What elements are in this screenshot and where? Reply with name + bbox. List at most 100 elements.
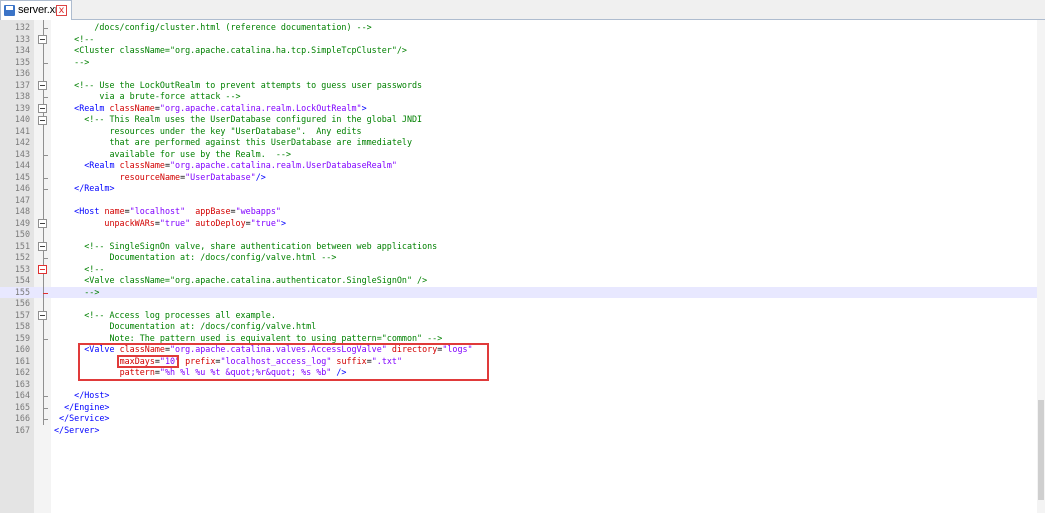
fold-toggle-icon[interactable] (38, 265, 47, 274)
code-line[interactable]: 132 /docs/config/cluster.html (reference… (0, 22, 1045, 34)
close-icon[interactable]: x (56, 5, 67, 16)
highlight-box-maxdays (116, 354, 180, 368)
code-text: </Realm> (74, 183, 115, 193)
line-number: 136 (14, 68, 30, 78)
line-number: 164 (14, 390, 30, 400)
line-number: 157 (14, 309, 30, 320)
line-number: 167 (14, 424, 30, 435)
line-number: 147 (14, 194, 30, 205)
fold-end-icon (43, 189, 48, 190)
fold-toggle-icon[interactable] (38, 104, 47, 113)
code-line[interactable]: 133 <!-- (0, 34, 1045, 46)
code-line[interactable]: 139 <Realm className="org.apache.catalin… (0, 103, 1045, 115)
code-text: available for use by the Realm. --> (54, 148, 291, 159)
code-line[interactable]: 145 resourceName="UserDatabase"/> (0, 172, 1045, 184)
line-number: 165 (14, 401, 30, 412)
fold-end-icon (43, 154, 48, 156)
code-line[interactable]: 157 <!-- Access log processes all exampl… (0, 310, 1045, 322)
line-number: 146 (14, 183, 30, 193)
code-text: <!-- Use the LockOutRealm to prevent att… (54, 79, 423, 90)
code-line[interactable]: 167 </Server> (0, 425, 1045, 437)
code-line[interactable]: 143 available for use by the Realm. --> (0, 149, 1045, 161)
fold-end-icon (43, 396, 48, 397)
code-text: <!-- (54, 263, 105, 274)
code-line[interactable]: 158 Documentation at: /docs/config/valve… (0, 321, 1045, 333)
fold-end-icon (43, 407, 48, 409)
line-number: 155 (14, 286, 30, 297)
fold-toggle-icon[interactable] (38, 35, 47, 44)
fold-end-icon (43, 338, 48, 340)
code-text: --> (54, 286, 100, 297)
code-text: </Server> (54, 424, 100, 435)
fold-end-icon (43, 28, 48, 29)
code-line[interactable]: 150 (0, 229, 1045, 241)
code-text: <!-- (54, 33, 95, 44)
fold-end-icon (43, 177, 48, 179)
line-number: 149 (14, 217, 30, 228)
code-text: <Cluster className="org.apache.catalina.… (54, 45, 407, 55)
code-line[interactable]: 156 (0, 298, 1045, 310)
code-text: that are performed against this UserData… (54, 137, 412, 147)
tab-server-xml[interactable]: server.xml x (0, 0, 72, 20)
line-number: 161 (14, 355, 30, 366)
fold-toggle-icon[interactable] (38, 219, 47, 228)
code-line[interactable]: 144 <Realm className="org.apache.catalin… (0, 160, 1045, 172)
line-number: 134 (14, 45, 30, 55)
code-line[interactable]: 152 Documentation at: /docs/config/valve… (0, 252, 1045, 264)
code-text: <!-- This Realm uses the UserDatabase co… (54, 114, 423, 124)
line-number: 140 (14, 114, 30, 124)
code-text: resourceName="UserDatabase"/> (119, 171, 266, 182)
code-line[interactable]: 140 <!-- This Realm uses the UserDatabas… (0, 114, 1045, 126)
code-line[interactable]: 151 <!-- SingleSignOn valve, share authe… (0, 241, 1045, 253)
line-number: 143 (14, 148, 30, 159)
line-number: 166 (14, 413, 30, 423)
code-line[interactable]: 154 <Valve className="org.apache.catalin… (0, 275, 1045, 287)
fold-toggle-icon[interactable] (38, 115, 47, 125)
code-line[interactable]: 149 unpackWARs="true" autoDeploy="true"> (0, 218, 1045, 230)
code-text: <!-- Access log processes all example. (54, 309, 276, 320)
code-text: <Realm className="org.apache.catalina.re… (84, 160, 397, 170)
scrollbar-thumb[interactable] (1038, 400, 1044, 500)
fold-toggle-icon[interactable] (38, 311, 47, 320)
code-line[interactable]: 166 </Service> (0, 413, 1045, 425)
code-line[interactable]: 148 <Host name="localhost" appBase="weba… (0, 206, 1045, 218)
line-number: 163 (14, 378, 30, 389)
line-number: 156 (14, 298, 30, 308)
fold-toggle-icon[interactable] (38, 81, 47, 90)
line-number: 142 (14, 137, 30, 147)
code-editor[interactable]: 132 /docs/config/cluster.html (reference… (0, 20, 1045, 513)
code-text: </Service> (59, 413, 110, 423)
tab-bar: server.xml x (0, 0, 1045, 20)
fold-end-icon (43, 292, 48, 294)
line-number: 162 (14, 367, 30, 377)
line-number: 158 (14, 321, 30, 331)
code-line[interactable]: 164 </Host> (0, 390, 1045, 402)
code-line[interactable]: 142 that are performed against this User… (0, 137, 1045, 149)
line-number: 133 (14, 33, 30, 44)
code-line[interactable]: 135 --> (0, 57, 1045, 69)
code-text: --> (54, 56, 90, 67)
code-line[interactable]: 137 <!-- Use the LockOutRealm to prevent… (0, 80, 1045, 92)
code-line[interactable]: 147 (0, 195, 1045, 207)
code-line[interactable]: 165 </Engine> (0, 402, 1045, 414)
code-text: Documentation at: /docs/config/valve.htm… (54, 321, 317, 331)
line-number: 148 (14, 206, 30, 216)
vertical-scrollbar[interactable] (1037, 20, 1045, 513)
fold-toggle-icon[interactable] (38, 242, 47, 251)
code-line[interactable]: 146 </Realm> (0, 183, 1045, 195)
code-line[interactable]: 155 --> (0, 286, 1045, 298)
line-number: 153 (14, 263, 30, 274)
line-number: 135 (14, 56, 30, 67)
code-line[interactable]: 136 (0, 68, 1045, 80)
code-line[interactable]: 138 via a brute-force attack --> (0, 91, 1045, 103)
line-number: 141 (14, 125, 30, 136)
code-text: /docs/config/cluster.html (reference doc… (54, 22, 372, 32)
line-number: 151 (14, 240, 30, 251)
code-line[interactable]: 141 resources under the key "UserDatabas… (0, 126, 1045, 138)
line-number: 145 (14, 171, 30, 182)
line-number: 152 (14, 252, 30, 262)
code-line[interactable]: 134 <Cluster className="org.apache.catal… (0, 45, 1045, 57)
code-line[interactable]: 153 <!-- (0, 264, 1045, 276)
code-text: resources under the key "UserDatabase". … (54, 125, 362, 136)
line-number: 137 (14, 79, 30, 90)
